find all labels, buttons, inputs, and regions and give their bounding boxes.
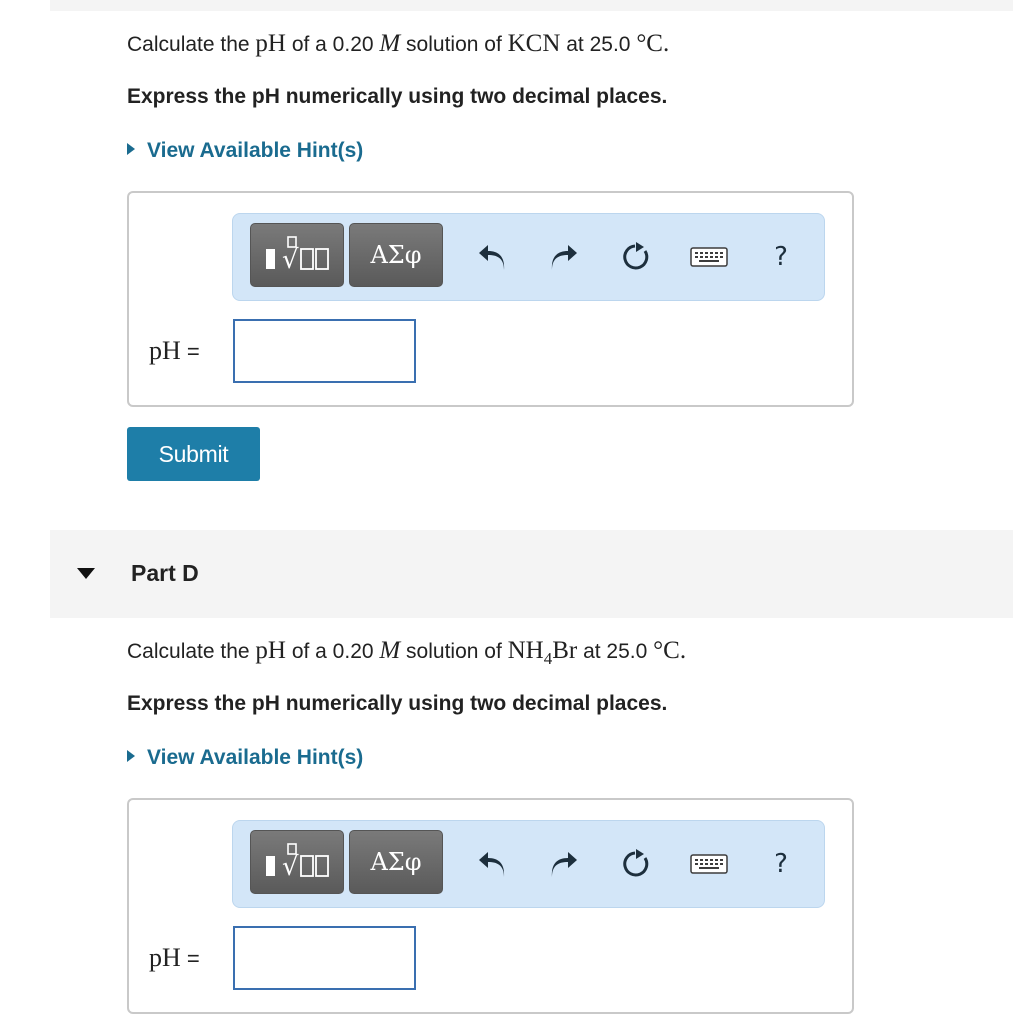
ph-label: pH = [149, 943, 200, 972]
svg-text:√: √ [282, 852, 299, 882]
expand-triangle-icon [127, 143, 135, 156]
top-strip [50, 0, 1013, 11]
redo-icon[interactable] [548, 241, 580, 273]
reset-icon[interactable] [619, 848, 651, 880]
view-hints-link[interactable]: View Available Hint(s) [127, 139, 363, 163]
question-text: Calculate the pH of a 0.20 M solution of… [127, 30, 670, 57]
answer-box: √ ΑΣφ ? pH = [127, 798, 854, 1014]
undo-icon[interactable] [476, 241, 508, 273]
collapse-triangle-icon[interactable] [77, 568, 95, 579]
submit-button[interactable]: Submit [127, 427, 260, 481]
part-title: Part D [131, 560, 199, 586]
expand-triangle-icon [127, 750, 135, 763]
math-toolbar: √ ΑΣφ ? [232, 820, 825, 908]
undo-icon[interactable] [476, 848, 508, 880]
compound: NH4Br [507, 637, 578, 668]
templates-button[interactable]: √ [250, 223, 344, 287]
compound: KCN [507, 30, 561, 57]
templates-button[interactable]: √ [250, 830, 344, 894]
greek-symbols-button[interactable]: ΑΣφ [349, 223, 443, 287]
templates-icon: √ [266, 236, 329, 275]
help-icon[interactable]: ? [765, 241, 797, 273]
redo-icon[interactable] [548, 848, 580, 880]
math-toolbar: √ ΑΣφ ? [232, 213, 825, 301]
instruction-text: Express the pH numerically using two dec… [127, 692, 668, 715]
view-hints-link[interactable]: View Available Hint(s) [127, 746, 363, 770]
ph-answer-input[interactable] [233, 926, 416, 990]
svg-text:√: √ [282, 245, 299, 275]
help-icon[interactable]: ? [765, 848, 797, 880]
greek-symbols-button[interactable]: ΑΣφ [349, 830, 443, 894]
answer-box: √ ΑΣφ ? pH = [127, 191, 854, 407]
ph-label: pH = [149, 336, 200, 365]
instruction-text: Express the pH numerically using two dec… [127, 85, 668, 108]
templates-icon: √ [266, 843, 329, 882]
keyboard-icon[interactable] [690, 848, 728, 880]
reset-icon[interactable] [619, 241, 651, 273]
keyboard-icon[interactable] [690, 241, 728, 273]
question-text: Calculate the pH of a 0.20 M solution of… [127, 637, 687, 668]
ph-answer-input[interactable] [233, 319, 416, 383]
